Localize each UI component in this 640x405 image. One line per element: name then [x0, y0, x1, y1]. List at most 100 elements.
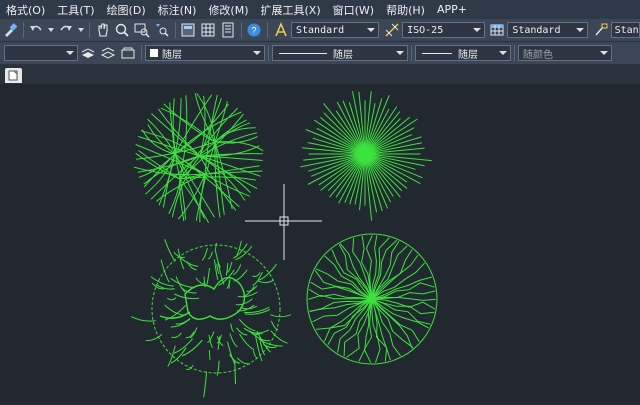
- dim-style-icon-button[interactable]: [383, 21, 401, 39]
- tree-plan-symbol-roots: [130, 239, 292, 398]
- redo-dropdown[interactable]: [77, 21, 85, 39]
- tree-stroke: [368, 295, 376, 303]
- multileader-style-value: Stand: [614, 24, 640, 36]
- zoom-window-button[interactable]: [133, 21, 151, 39]
- tree-stroke: [225, 263, 229, 276]
- tree-stroke: [230, 323, 234, 332]
- table-style-select[interactable]: Standard: [507, 22, 588, 38]
- color-select[interactable]: 随层: [145, 45, 265, 61]
- lineweight-value: 随层: [458, 49, 478, 61]
- color-swatch: [150, 49, 158, 57]
- help-button[interactable]: ?: [246, 21, 264, 39]
- tree-stroke: [323, 102, 366, 155]
- dimension-style-icon: [385, 23, 399, 37]
- table-icon: [490, 24, 504, 36]
- grid-icon: [201, 23, 215, 37]
- table-style-icon-button[interactable]: [489, 21, 507, 39]
- menu-help[interactable]: 帮助(H): [380, 2, 431, 18]
- lineweight-select[interactable]: 随层: [415, 45, 511, 61]
- palette-icon: [222, 22, 234, 38]
- menu-draw[interactable]: 绘图(D): [101, 2, 152, 18]
- tree-stroke: [150, 276, 174, 287]
- layer-current-icon: [81, 48, 95, 58]
- document-tab[interactable]: [5, 68, 22, 83]
- multileader-style-icon-button[interactable]: [592, 21, 610, 39]
- chevron-down-icon: [396, 51, 404, 55]
- chevron-down-icon: [575, 28, 584, 32]
- tree-stroke: [201, 247, 208, 261]
- menu-extension-tools[interactable]: 扩展工具(X): [255, 2, 327, 18]
- layer-select[interactable]: [4, 45, 78, 61]
- menu-modify[interactable]: 修改(M): [202, 2, 254, 18]
- linetype-sample: [279, 52, 327, 54]
- table-style-value: Standard: [512, 24, 561, 36]
- zoom-previous-icon: [155, 24, 169, 37]
- tree-stroke: [145, 334, 163, 342]
- layer-states-icon: [121, 47, 135, 59]
- multileader-style-select[interactable]: Stand: [610, 22, 640, 38]
- menu-dimension[interactable]: 标注(N): [152, 2, 203, 18]
- toolbar-separator: [514, 45, 515, 61]
- match-properties-button[interactable]: [1, 21, 19, 39]
- tree-stroke: [233, 264, 242, 275]
- tree-stroke: [258, 263, 277, 281]
- zoom-realtime-button[interactable]: [114, 21, 132, 39]
- toolbar-separator: [411, 45, 412, 61]
- undo-icon: [30, 25, 43, 31]
- tree-stroke: [207, 251, 213, 260]
- tree-plan-symbol-wavy: [306, 233, 438, 365]
- menu-tools[interactable]: 工具(T): [51, 2, 100, 18]
- toolbar-separator: [268, 45, 269, 61]
- layer-previous-icon: [100, 47, 116, 59]
- tree-stroke: [206, 267, 210, 286]
- properties-button[interactable]: [180, 21, 198, 39]
- dim-style-select[interactable]: ISO-25: [402, 22, 485, 38]
- chevron-down-icon: [66, 51, 74, 55]
- plot-style-value: 随颜色: [523, 49, 553, 61]
- toolbar-separator: [267, 22, 269, 38]
- pan-button[interactable]: [94, 21, 112, 39]
- layer-states-button[interactable]: [119, 44, 137, 62]
- new-document-icon: [8, 70, 18, 81]
- text-style-select[interactable]: Standard: [290, 22, 380, 38]
- tool-palettes-button[interactable]: [219, 21, 237, 39]
- standard-toolbar: ? Standard ISO-25 Standard Stand: [0, 19, 640, 42]
- undo-button[interactable]: [28, 21, 46, 39]
- undo-dropdown[interactable]: [47, 21, 55, 39]
- design-center-button[interactable]: [199, 21, 217, 39]
- linetype-select[interactable]: 随层: [272, 45, 408, 61]
- tree-stroke: [182, 339, 203, 357]
- zoom-previous-button[interactable]: [153, 21, 171, 39]
- tree-stroke: [167, 345, 176, 367]
- tree-stroke: [164, 239, 176, 262]
- tree-stroke: [371, 249, 413, 300]
- make-layer-current-button[interactable]: [79, 44, 97, 62]
- tree-stroke: [203, 371, 208, 398]
- tree-stroke: [171, 332, 182, 339]
- drawing-canvas[interactable]: [0, 84, 640, 405]
- tree-plan-symbol-branches: [133, 93, 264, 224]
- layer-previous-button[interactable]: [99, 44, 117, 62]
- tree-stroke: [252, 350, 258, 359]
- tree-stroke: [364, 116, 411, 155]
- menu-window[interactable]: 窗口(W): [327, 2, 380, 18]
- menu-format[interactable]: 格式(O): [0, 2, 51, 18]
- redo-button[interactable]: [57, 21, 75, 39]
- linetype-value: 随层: [333, 49, 353, 61]
- text-style-icon-button[interactable]: [272, 21, 290, 39]
- menu-app-plus[interactable]: APP+: [431, 3, 473, 16]
- tree-stroke: [352, 237, 373, 300]
- tree-stroke: [130, 316, 156, 322]
- tree-stroke: [259, 340, 266, 356]
- svg-text:?: ?: [252, 26, 257, 36]
- drawing-svg: [130, 91, 438, 398]
- tree-stroke: [174, 293, 200, 300]
- redo-icon: [60, 25, 73, 31]
- tree-stroke: [270, 330, 288, 344]
- tree-stroke: [320, 153, 366, 191]
- plot-style-select[interactable]: 随颜色: [518, 45, 612, 61]
- chevron-down-icon: [367, 28, 376, 32]
- menu-bar: 格式(O) 工具(T) 绘图(D) 标注(N) 修改(M) 扩展工具(X) 窗口…: [0, 0, 640, 19]
- toolbar-separator: [22, 22, 24, 38]
- text-style-icon: [275, 22, 287, 37]
